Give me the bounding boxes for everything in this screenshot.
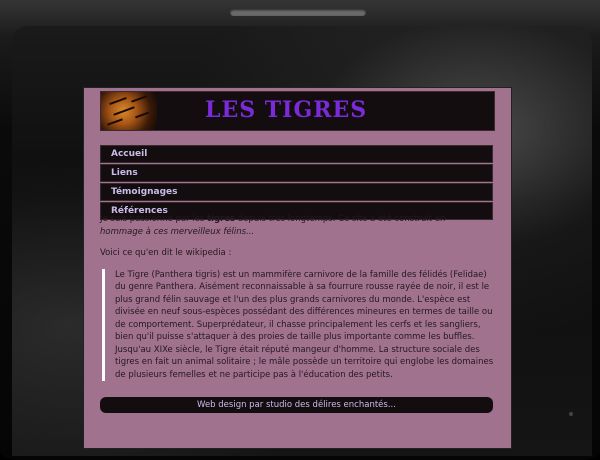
intro-text-a: Je suis passionné par les [100,214,207,224]
intro-text-bold: tigres [207,214,236,224]
tiger-image [101,92,157,130]
site-banner: LES TIGRES [100,91,495,131]
main-content: Je suis passionné par les tigres depuis … [100,213,496,381]
intro-text-c: depuis très longtemps. Ce site a été con… [235,214,446,224]
speaker-grille [230,9,366,16]
site-title: LES TIGRES [205,97,368,123]
website-frame: LES TIGRES Accueil Liens Témoignages Réf… [84,88,511,448]
wiki-intro: Voici ce qu'en dit le wikipedia : [100,248,232,258]
camera-dot [569,412,573,416]
wikipedia-quote: Le Tigre (Panthera tigris) est un mammif… [102,268,497,381]
nav-menu: Accueil Liens Témoignages Références [100,145,493,221]
intro-text-italic: hommage à ces merveilleux félins... [100,226,255,237]
nav-item-liens[interactable]: Liens [100,164,493,182]
site-footer[interactable]: Web design par studio des délires enchan… [100,397,493,413]
nav-item-accueil[interactable]: Accueil [100,145,493,163]
intro-paragraph: Je suis passionné par les tigres depuis … [100,213,496,238]
nav-item-temoignages[interactable]: Témoignages [100,183,493,201]
